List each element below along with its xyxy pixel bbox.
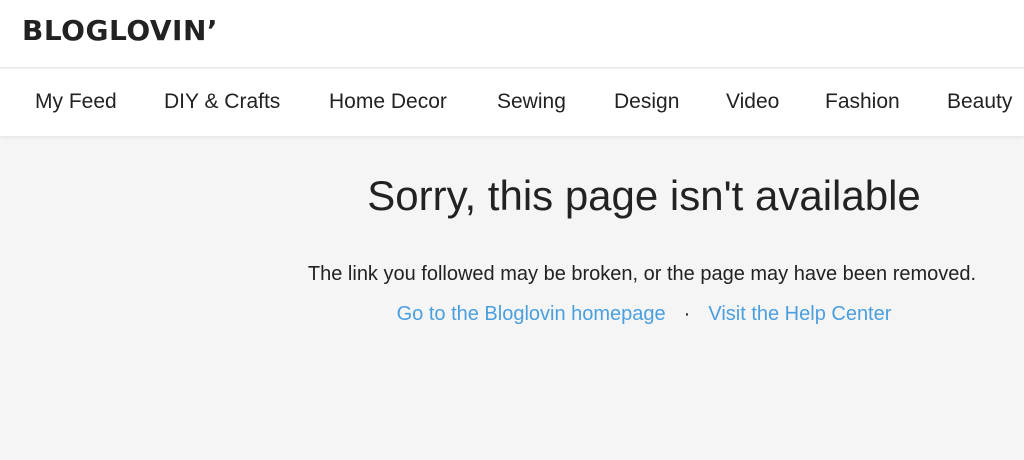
- help-center-link[interactable]: Visit the Help Center: [708, 303, 891, 325]
- error-links: Go to the Bloglovin homepage · Visit the H…: [286, 302, 1002, 326]
- bloglovin-logo[interactable]: BLOGLOVIN’: [22, 14, 218, 47]
- link-separator: ·: [683, 303, 691, 325]
- error-title: Sorry, this page isn't available: [367, 172, 921, 219]
- nav-item-my-feed[interactable]: My Feed: [35, 90, 117, 114]
- nav-item-sewing[interactable]: Sewing: [497, 90, 566, 114]
- homepage-link[interactable]: Go to the Bloglovin homepage: [397, 303, 666, 325]
- error-message: The link you followed may be broken, or …: [307, 263, 977, 285]
- site-header: BLOGLOVIN’: [0, 0, 1024, 68]
- nav-item-design[interactable]: Design: [614, 90, 679, 114]
- nav-item-fashion[interactable]: Fashion: [825, 90, 900, 114]
- category-nav: My Feed DIY & Crafts Home Decor Sewing D…: [0, 69, 1024, 136]
- error-content: Sorry, this page isn't available The lin…: [0, 136, 1024, 460]
- nav-item-home-decor[interactable]: Home Decor: [329, 90, 447, 114]
- nav-item-diy-crafts[interactable]: DIY & Crafts: [164, 90, 280, 114]
- nav-item-beauty[interactable]: Beauty: [947, 90, 1012, 114]
- nav-item-video[interactable]: Video: [726, 90, 779, 114]
